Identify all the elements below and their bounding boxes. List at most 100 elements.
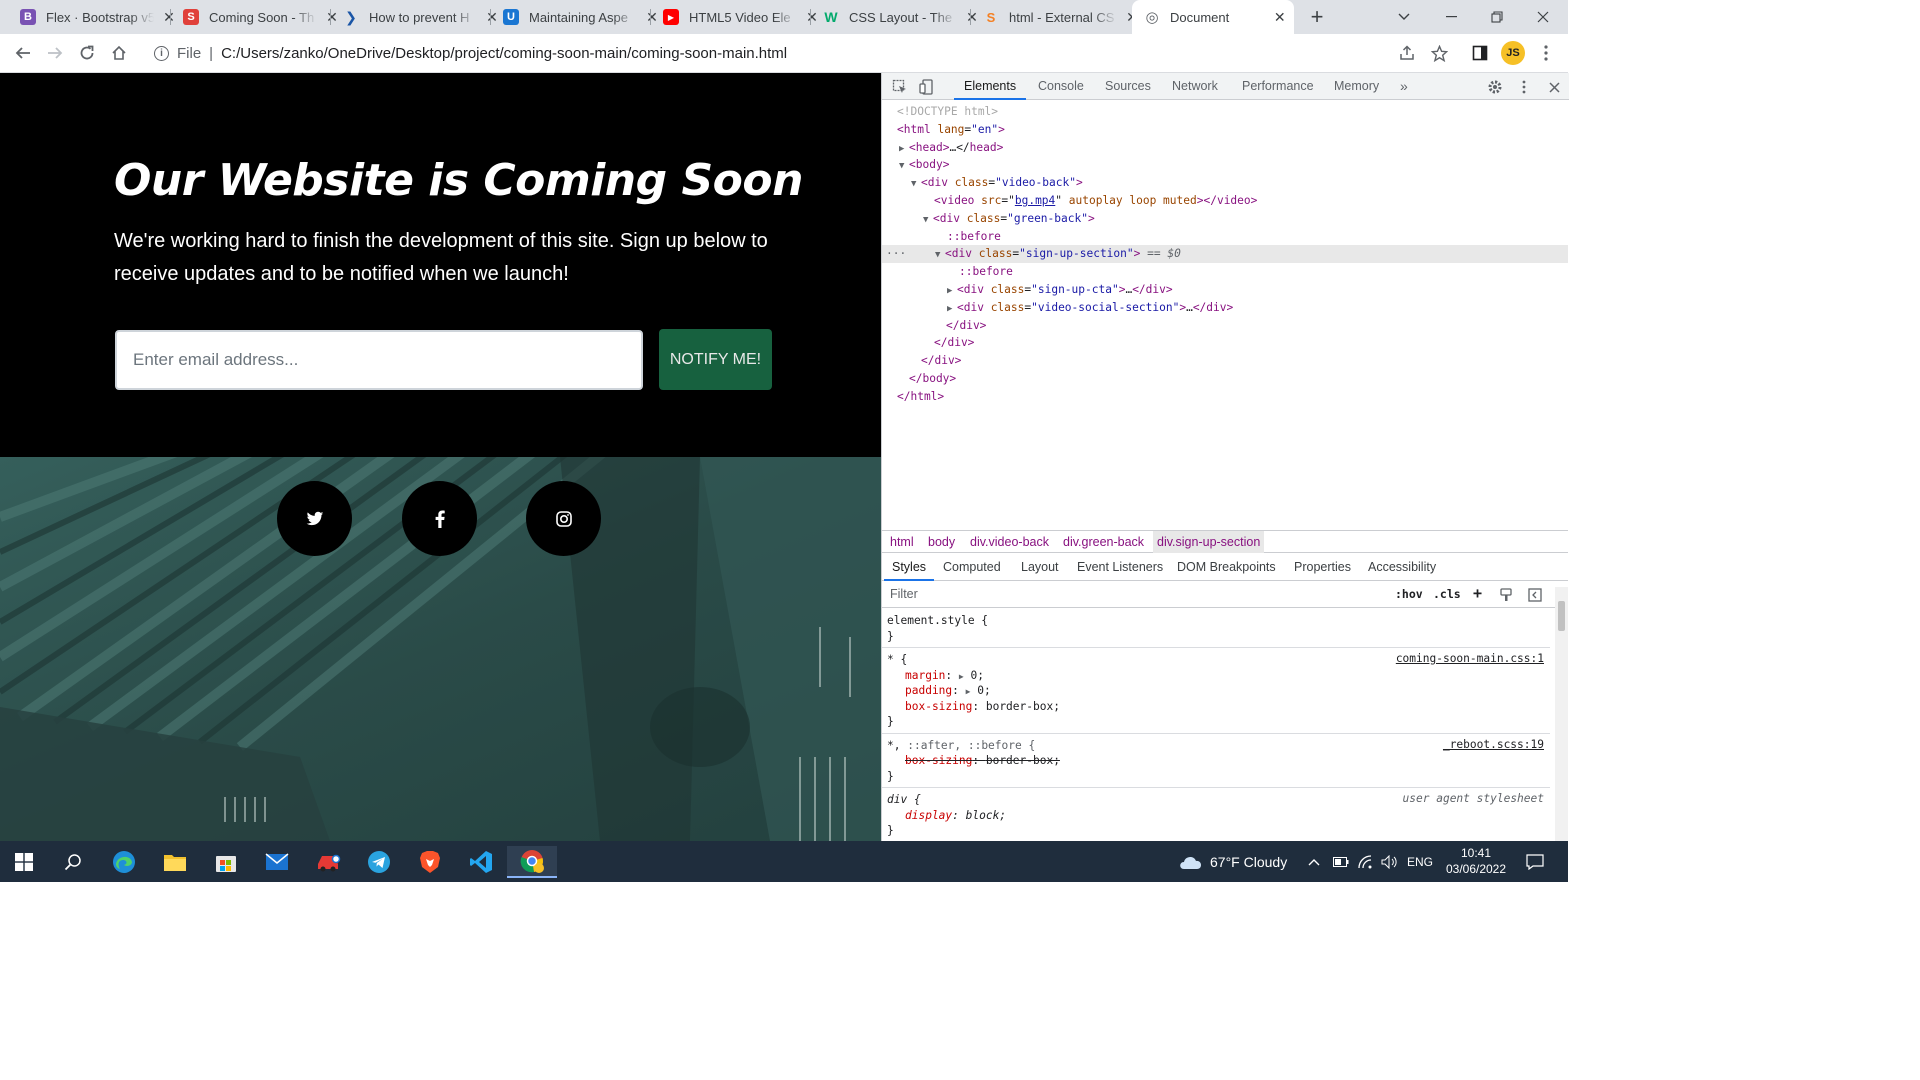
node-actions-icon[interactable]: ···	[886, 245, 906, 263]
breadcrumb-sign-up-section[interactable]: div.sign-up-section	[1153, 531, 1265, 553]
hover-state-button[interactable]: :hov	[1395, 587, 1423, 601]
devtools-menu-icon[interactable]	[1514, 77, 1534, 97]
facebook-button[interactable]	[402, 481, 477, 556]
tab-search-icon[interactable]	[1381, 0, 1427, 34]
site-info-icon[interactable]: i	[154, 45, 169, 61]
styles-scrollbar[interactable]	[1555, 587, 1568, 841]
breadcrumb-body[interactable]: body	[924, 531, 959, 553]
battery-icon[interactable]	[1333, 841, 1349, 882]
video-src-link[interactable]: bg.mp4	[1015, 194, 1055, 207]
dom-node-html[interactable]: <html lang="en">	[882, 121, 1568, 139]
dom-node-doctype[interactable]: <!DOCTYPE html>	[882, 103, 1568, 121]
dom-node-close-html[interactable]: </html>	[882, 388, 1568, 406]
prop-value[interactable]: 0;	[970, 669, 983, 682]
dom-node-sign-up-cta[interactable]: ▶ <div class="sign-up-cta">…</div>	[882, 281, 1568, 299]
windows-start-icon[interactable]	[4, 846, 44, 878]
tab-styles[interactable]: Styles	[884, 554, 935, 581]
dom-node-body[interactable]: ▼ <body>	[882, 156, 1568, 174]
rule-source-link[interactable]: coming-soon-main.css:1	[1396, 652, 1544, 665]
back-icon[interactable]	[8, 38, 38, 68]
tab-elements[interactable]: Elements	[954, 73, 1027, 100]
toggle-sidebar-icon[interactable]	[1525, 585, 1545, 605]
browser-tab-external-css[interactable]: S html - External CS ✕	[963, 0, 1147, 34]
language-indicator[interactable]: ENG	[1407, 841, 1433, 882]
dom-node-before[interactable]: ::before	[882, 228, 1568, 246]
telegram-icon[interactable]	[359, 846, 399, 878]
share-icon[interactable]	[1392, 38, 1422, 68]
browser-tab-video[interactable]: ▶ HTML5 Video Ele ✕	[643, 0, 827, 34]
url-text[interactable]: C:/Users/zanko/OneDrive/Desktop/project/…	[221, 45, 787, 62]
prop-value[interactable]: 0;	[977, 684, 990, 697]
rule-source-link[interactable]: _reboot.scss:19	[1443, 738, 1544, 751]
dom-node-before[interactable]: ::before	[882, 263, 1568, 281]
paint-brush-icon[interactable]	[1496, 585, 1516, 605]
brave-browser-icon[interactable]	[410, 846, 450, 878]
file-explorer-icon[interactable]	[155, 846, 195, 878]
anydesk-icon[interactable]	[308, 846, 348, 878]
reload-icon[interactable]	[72, 38, 102, 68]
breadcrumb-html[interactable]: html	[886, 531, 918, 553]
settings-gear-icon[interactable]	[1485, 77, 1505, 97]
home-icon[interactable]	[104, 38, 134, 68]
vscode-icon[interactable]	[461, 846, 501, 878]
dom-node-sign-up-section[interactable]: ··· ▼ <div class="sign-up-section"> == $0	[882, 245, 1568, 264]
profile-avatar[interactable]: JS	[1501, 41, 1525, 65]
weather-widget[interactable]: 67°F Cloudy	[1178, 841, 1287, 882]
browser-tab-coming-soon[interactable]: S Coming Soon - Th ✕	[163, 0, 347, 34]
inspect-element-icon[interactable]	[890, 77, 910, 97]
new-tab-button[interactable]: +	[1304, 4, 1330, 30]
chrome-taskbar-icon[interactable]	[507, 846, 557, 878]
tab-memory[interactable]: Memory	[1334, 73, 1379, 100]
forward-icon[interactable]	[40, 38, 70, 68]
browser-tab-css-layout[interactable]: W CSS Layout - The ✕	[803, 0, 987, 34]
dom-node-close-div[interactable]: </div>	[882, 317, 1568, 335]
breadcrumb-video-back[interactable]: div.video-back	[966, 531, 1053, 553]
search-icon[interactable]	[53, 846, 93, 878]
dom-node-video[interactable]: <video src="bg.mp4" autoplay loop muted>…	[882, 192, 1568, 210]
system-clock[interactable]: 10:41 03/06/2022	[1440, 845, 1512, 877]
prop-value[interactable]: border-box;	[986, 754, 1060, 767]
edge-browser-icon[interactable]	[104, 846, 144, 878]
wifi-icon[interactable]	[1358, 841, 1374, 882]
browser-tab-bootstrap[interactable]: B Flex · Bootstrap v5 ✕	[0, 0, 184, 34]
style-rule-reboot[interactable]: _reboot.scss:19 *, ::after, ::before { b…	[882, 734, 1550, 788]
minimize-icon[interactable]	[1428, 0, 1474, 34]
tab-console[interactable]: Console	[1038, 73, 1084, 100]
dom-node-close-div[interactable]: </div>	[882, 352, 1568, 370]
restore-icon[interactable]	[1474, 0, 1520, 34]
twitter-button[interactable]	[277, 481, 352, 556]
menu-kebab-icon[interactable]	[1531, 38, 1561, 68]
side-panel-icon[interactable]	[1465, 38, 1495, 68]
tab-performance[interactable]: Performance	[1242, 73, 1314, 100]
dom-node-close-body[interactable]: </body>	[882, 370, 1568, 388]
device-toolbar-icon[interactable]	[917, 77, 937, 97]
tab-sources[interactable]: Sources	[1105, 73, 1151, 100]
browser-tab-aspect[interactable]: U Maintaining Aspe ✕	[483, 0, 667, 34]
address-bar[interactable]: i File | C:/Users/zanko/OneDrive/Desktop…	[140, 38, 1465, 68]
microsoft-store-icon[interactable]	[206, 846, 246, 878]
close-window-icon[interactable]	[1520, 0, 1566, 34]
style-rule-element[interactable]: element.style { }	[882, 609, 1550, 648]
tab-close-icon[interactable]: ✕	[1273, 9, 1286, 26]
style-declaration-overridden[interactable]: box-sizing: border-box;	[887, 753, 1550, 769]
bookmark-star-icon[interactable]	[1424, 38, 1454, 68]
show-hidden-icons-icon[interactable]	[1308, 841, 1320, 882]
dom-node-video-back[interactable]: ▼ <div class="video-back">	[882, 174, 1568, 192]
prop-value[interactable]: border-box;	[986, 700, 1060, 713]
tab-layout[interactable]: Layout	[1021, 554, 1059, 581]
style-declaration[interactable]: box-sizing: border-box;	[887, 699, 1550, 715]
breadcrumb-green-back[interactable]: div.green-back	[1059, 531, 1148, 553]
dom-node-green-back[interactable]: ▼ <div class="green-back">	[882, 210, 1568, 228]
scrollbar-thumb[interactable]	[1558, 601, 1565, 631]
notify-button[interactable]: NOTIFY ME!	[659, 329, 772, 390]
more-tabs-button[interactable]: »	[1400, 73, 1408, 100]
dom-node-video-social[interactable]: ▶ <div class="video-social-section">…</di…	[882, 299, 1568, 317]
style-declaration[interactable]: padding: ▶ 0;	[887, 683, 1550, 699]
browser-tab-document[interactable]: ◎ Document ✕	[1132, 0, 1294, 34]
dom-node-head[interactable]: ▶ <head>…</head>	[882, 139, 1568, 157]
new-style-rule-button[interactable]: +	[1473, 584, 1482, 602]
tab-dom-breakpoints[interactable]: DOM Breakpoints	[1177, 554, 1276, 581]
style-rule-div-ua[interactable]: user agent stylesheet div { display: blo…	[882, 788, 1550, 842]
dom-node-close-div[interactable]: </div>	[882, 334, 1568, 352]
close-devtools-icon[interactable]	[1544, 77, 1564, 97]
